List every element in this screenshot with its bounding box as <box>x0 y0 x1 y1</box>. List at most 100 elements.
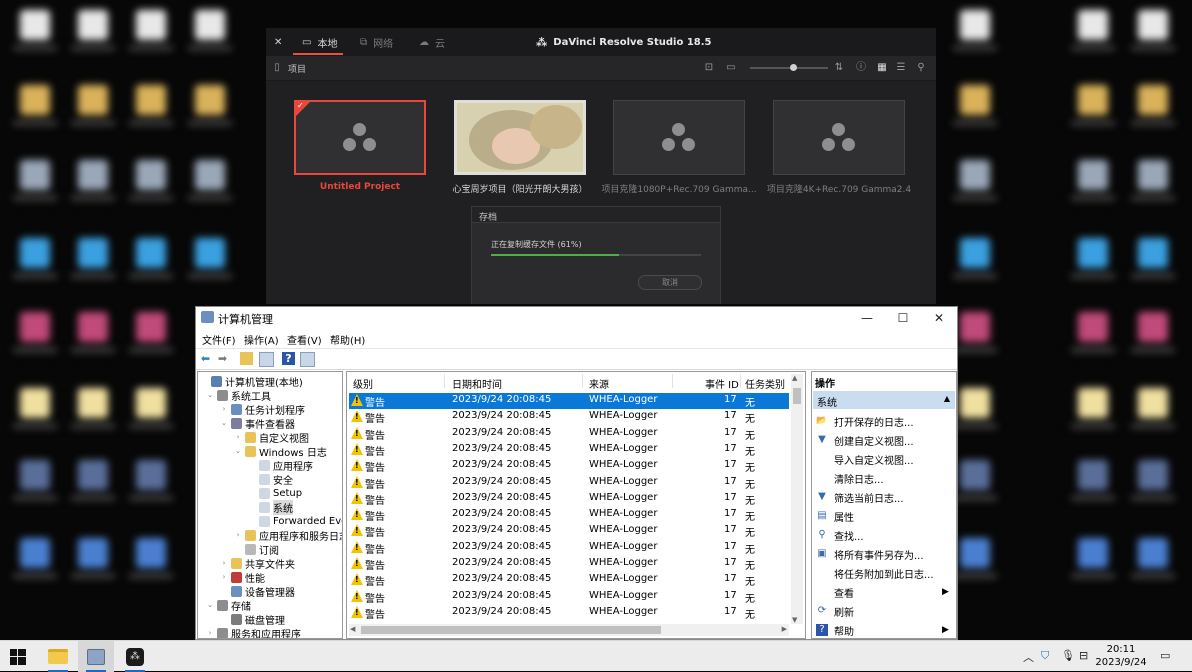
desktop-icon[interactable] <box>1138 538 1168 568</box>
action-item[interactable]: ? 帮助 ▶ <box>816 622 949 638</box>
desktop-icon[interactable] <box>1138 312 1168 342</box>
scrollbar-thumb[interactable] <box>793 388 801 404</box>
tree-item[interactable]: › 任务计划程序 <box>220 402 305 417</box>
tree-item[interactable]: 系统 <box>248 499 293 515</box>
desktop-icon[interactable] <box>195 85 225 115</box>
desktop-icon[interactable] <box>1078 238 1108 268</box>
scroll-up-icon[interactable]: ▲ <box>792 374 797 382</box>
table-row[interactable]: 警告 2023/9/24 20:08:45 WHEA-Logger 17 无 <box>349 523 789 539</box>
desktop-icon[interactable] <box>1078 160 1108 190</box>
desktop-icon[interactable] <box>1138 160 1168 190</box>
scrollbar-thumb[interactable] <box>361 626 661 634</box>
security-shield-icon[interactable]: ⛉ <box>1041 649 1049 663</box>
desktop-icon[interactable] <box>1078 85 1108 115</box>
column-task-category[interactable]: 任务类别 <box>745 376 785 391</box>
project-name-untitled[interactable]: Untitled Project <box>275 182 445 192</box>
project-name-clone-4k[interactable]: 项目克隆4K+Rec.709 Gamma2.4 <box>754 182 924 195</box>
desktop-icon[interactable] <box>20 10 50 40</box>
desktop-icon[interactable] <box>136 10 166 40</box>
tree-item[interactable]: 安全 <box>248 472 293 487</box>
maximize-button[interactable]: ☐ <box>885 307 921 329</box>
desktop-icon[interactable] <box>1138 10 1168 40</box>
table-row[interactable]: 警告 2023/9/24 20:08:45 WHEA-Logger 17 无 <box>349 605 789 621</box>
collapsed-chevron-icon[interactable]: › <box>220 573 228 581</box>
show-hide-tree-icon[interactable] <box>259 352 274 367</box>
project-card-clone-1080p[interactable] <box>613 100 745 175</box>
menu-file[interactable]: 文件(F) <box>202 332 236 347</box>
table-row[interactable]: 警告 2023/9/24 20:08:45 WHEA-Logger 17 无 <box>349 572 789 588</box>
desktop-icon[interactable] <box>78 10 108 40</box>
table-row[interactable]: 警告 2023/9/24 20:08:45 WHEA-Logger 17 无 <box>349 426 789 442</box>
desktop-icon[interactable] <box>20 312 50 342</box>
desktop-icon[interactable] <box>136 85 166 115</box>
grid-view-icon[interactable]: ▦ <box>875 61 889 75</box>
column-source[interactable]: 来源 <box>589 376 609 391</box>
desktop-icon[interactable] <box>960 538 990 568</box>
desktop-icon[interactable] <box>195 238 225 268</box>
vertical-scrollbar[interactable]: ▲ ▼ <box>791 374 803 624</box>
cancel-button[interactable]: 取消 <box>638 275 702 290</box>
tree-item[interactable]: ⌄ 存储 <box>206 598 251 613</box>
desktop-icon[interactable] <box>960 388 990 418</box>
project-card-thumbnail[interactable] <box>454 100 586 175</box>
desktop-icon[interactable] <box>78 160 108 190</box>
desktop-icon[interactable] <box>78 85 108 115</box>
collapsed-chevron-icon[interactable]: › <box>220 405 228 413</box>
desktop-icon[interactable] <box>1138 85 1168 115</box>
tree-item[interactable]: › 性能 <box>220 570 265 585</box>
project-card-untitled[interactable]: ✓ <box>294 100 426 175</box>
scroll-right-icon[interactable]: ▶ <box>782 625 787 633</box>
table-row[interactable]: 警告 2023/9/24 20:08:45 WHEA-Logger 17 无 <box>349 442 789 458</box>
list-view-icon[interactable]: ☰ <box>894 61 908 75</box>
desktop-icon[interactable] <box>78 388 108 418</box>
scroll-left-icon[interactable]: ◀ <box>350 625 355 633</box>
column-level[interactable]: 级别 <box>353 376 373 391</box>
tree-item[interactable]: Setup <box>248 486 302 500</box>
tree-item[interactable]: ⌄ 系统工具 <box>206 388 271 403</box>
tab-network[interactable]: ⧉ 网络 <box>360 28 393 56</box>
tree-item[interactable]: 计算机管理(本地) <box>200 374 303 389</box>
action-item[interactable]: 导入自定义视图... <box>816 451 914 467</box>
desktop-icon[interactable] <box>136 160 166 190</box>
action-item[interactable]: 📂 打开保存的日志... <box>816 413 913 429</box>
tree-item[interactable]: 磁盘管理 <box>220 612 285 627</box>
table-row[interactable]: 警告 2023/9/24 20:08:45 WHEA-Logger 17 无 <box>349 491 789 507</box>
desktop-icon[interactable] <box>1138 388 1168 418</box>
action-item[interactable]: ▼ 创建自定义视图... <box>816 432 913 448</box>
action-item[interactable]: 清除日志... <box>816 470 884 486</box>
tree-item[interactable]: › 自定义视图 <box>234 430 309 445</box>
tree-item[interactable]: › 共享文件夹 <box>220 556 295 571</box>
desktop-icon[interactable] <box>1078 538 1108 568</box>
tree-item[interactable]: ⌄ Windows 日志 <box>234 444 327 459</box>
tab-local[interactable]: ▭ 本地 <box>302 28 337 56</box>
column-event-id[interactable]: 事件 ID <box>705 376 739 391</box>
tree-item[interactable]: 设备管理器 <box>220 584 295 599</box>
desktop-icon[interactable] <box>20 160 50 190</box>
sidebar-toggle-icon[interactable]: ▯ <box>270 61 284 75</box>
desktop-icon[interactable] <box>78 538 108 568</box>
desktop-icon[interactable] <box>1138 460 1168 490</box>
desktop-icon[interactable] <box>136 312 166 342</box>
desktop-icon[interactable] <box>136 460 166 490</box>
tree-item[interactable]: 应用程序 <box>248 458 313 473</box>
collapsed-chevron-icon[interactable]: › <box>234 433 242 441</box>
tree-item[interactable]: › 应用程序和服务日志 <box>234 528 342 543</box>
action-item[interactable]: ⟳ 刷新 <box>816 603 854 619</box>
table-row[interactable]: 警告 2023/9/24 20:08:45 WHEA-Logger 17 无 <box>349 540 789 556</box>
microphone-icon[interactable]: 🎙 <box>1061 649 1075 662</box>
desktop-icon[interactable] <box>1078 388 1108 418</box>
forward-arrow-icon[interactable]: ➡ <box>216 352 229 365</box>
collapsed-chevron-icon[interactable]: › <box>234 531 242 539</box>
desktop-icon[interactable] <box>136 538 166 568</box>
tree-item[interactable]: › 服务和应用程序 <box>206 626 301 638</box>
expanded-chevron-icon[interactable]: ⌄ <box>206 391 214 399</box>
action-item[interactable]: ⚲ 查找... <box>816 527 863 543</box>
start-button[interactable] <box>0 641 36 672</box>
desktop-icon[interactable] <box>960 312 990 342</box>
table-row[interactable]: 警告 2023/9/24 20:08:45 WHEA-Logger 17 无 <box>349 458 789 474</box>
desktop-icon[interactable] <box>20 388 50 418</box>
desktop-icon[interactable] <box>20 538 50 568</box>
menu-action[interactable]: 操作(A) <box>244 332 279 347</box>
slider-knob[interactable] <box>789 64 797 71</box>
actions-section-system[interactable]: 系统 ▲ <box>813 391 955 409</box>
